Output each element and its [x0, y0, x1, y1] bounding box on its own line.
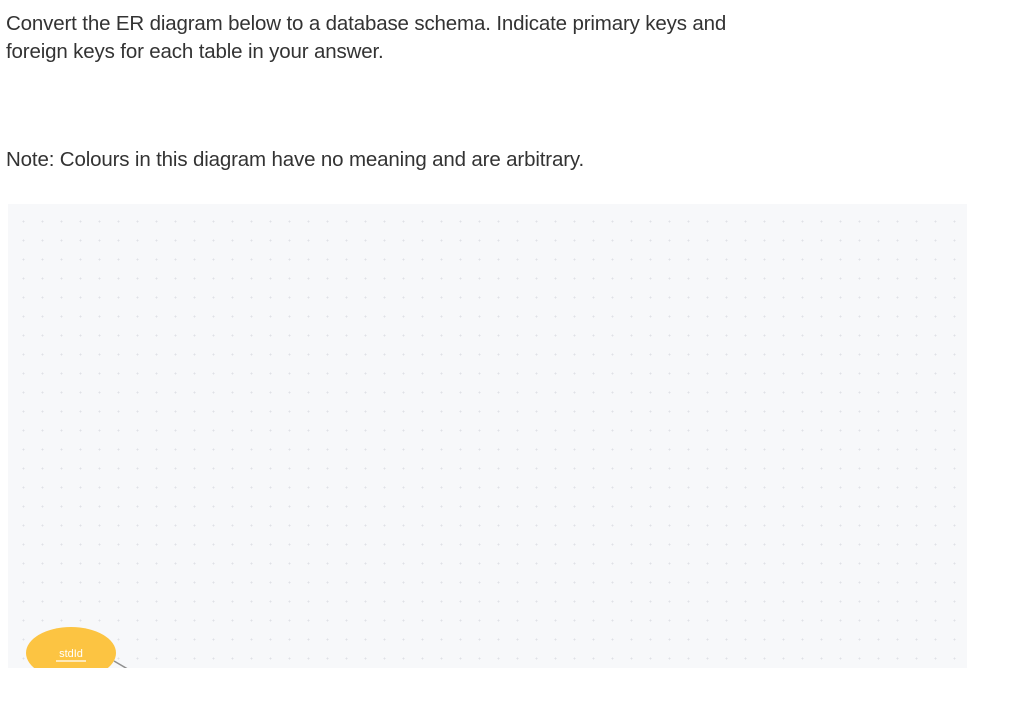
er-diagram-canvas[interactable]: Student Course Section Enroll Audit Rela…: [8, 204, 967, 668]
question-block: Convert the ER diagram below to a databa…: [0, 0, 1014, 174]
question-line-1: Convert the ER diagram below to a databa…: [6, 12, 727, 35]
edge-stdid-student: [113, 660, 128, 668]
question-line-2: foreign keys for each table in your answ…: [6, 40, 384, 63]
attribute-stdid-label: stdId: [59, 648, 83, 660]
question-note: Note: Colours in this diagram have no me…: [6, 148, 584, 171]
attribute-stdid[interactable]: stdId: [26, 627, 116, 668]
